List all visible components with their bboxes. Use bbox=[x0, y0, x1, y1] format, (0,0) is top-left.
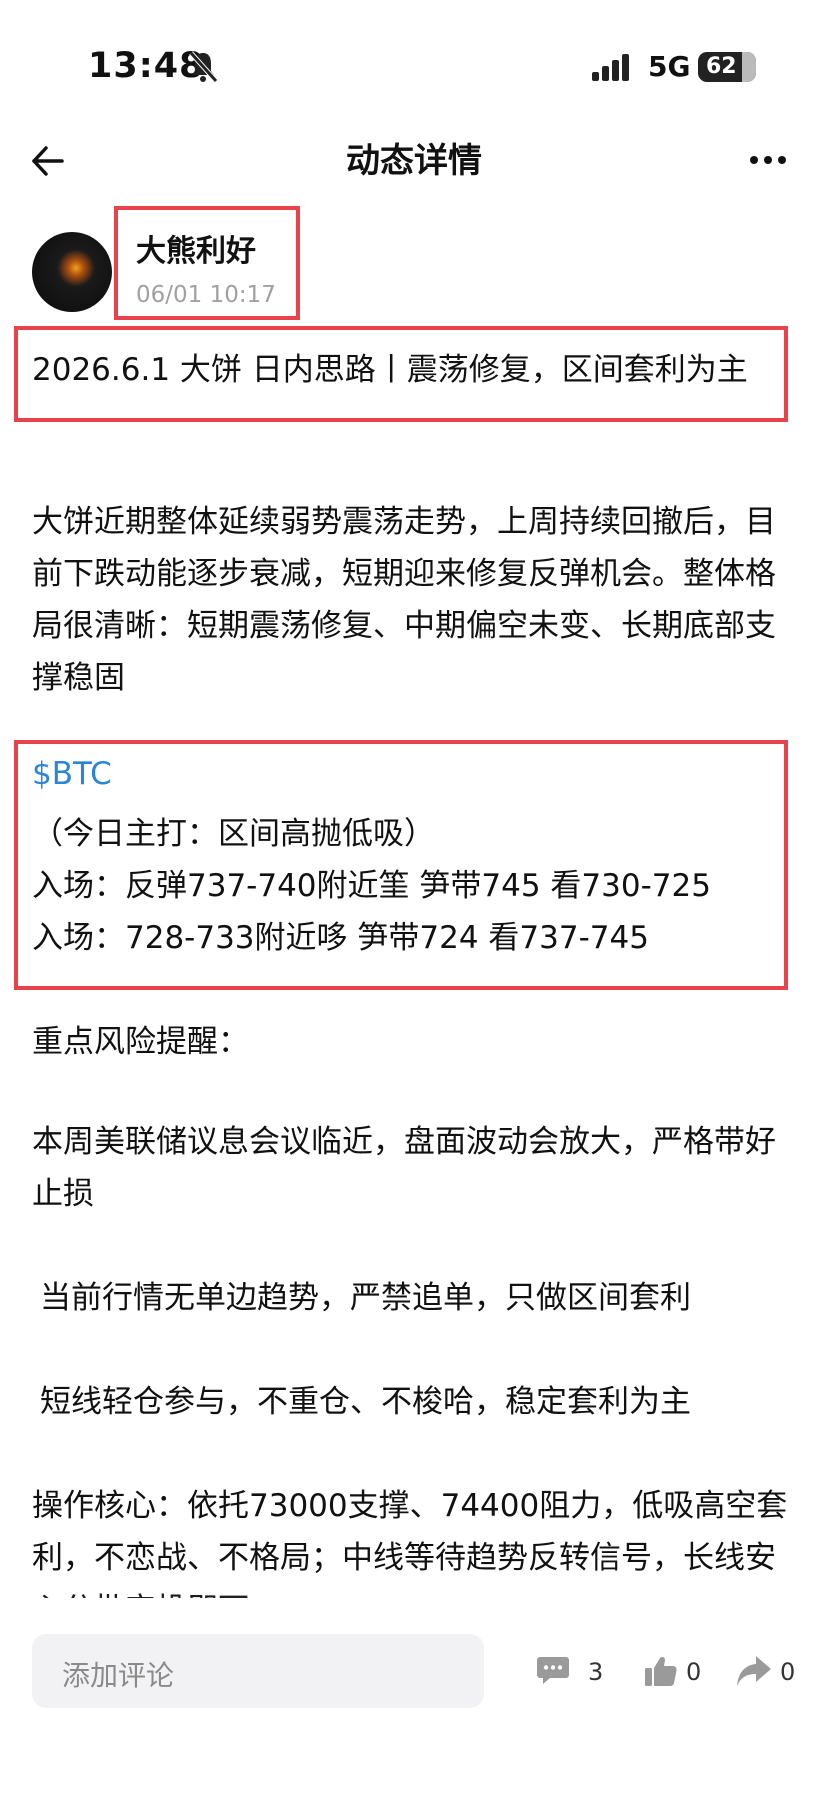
highlight-box-trade bbox=[14, 740, 788, 990]
share-arrow-icon bbox=[737, 1656, 771, 1686]
comment-input[interactable]: 添加评论 bbox=[32, 1634, 484, 1708]
status-time: 13:48 bbox=[88, 46, 205, 86]
battery-icon: 62 bbox=[698, 52, 756, 82]
highlight-box-author bbox=[114, 206, 300, 320]
post-paragraph: 短线轻仓参与，不重仓、不梭哈，稳定套利为主 bbox=[40, 1384, 691, 1420]
page-title: 动态详情 bbox=[346, 141, 482, 181]
post-paragraph: 操作核心：依托73000支撑、74400阻力，低吸高空套利，不恋战、不格局；中线… bbox=[32, 1488, 788, 1598]
mute-bell-icon bbox=[189, 51, 218, 83]
status-bar: 13:48 5G 62 bbox=[0, 0, 828, 120]
risk-title: 重点风险提醒： bbox=[32, 1024, 249, 1060]
comment-button[interactable]: 3 bbox=[536, 1654, 606, 1694]
like-count: 0 bbox=[686, 1658, 702, 1686]
comment-placeholder: 添加评论 bbox=[62, 1659, 175, 1692]
more-options-icon[interactable] bbox=[748, 150, 788, 170]
battery-level: 62 bbox=[706, 54, 737, 79]
highlight-box-headline bbox=[14, 326, 788, 422]
avatar[interactable] bbox=[32, 232, 112, 312]
signal-bars-icon bbox=[592, 54, 629, 81]
like-button[interactable]: 0 bbox=[644, 1654, 714, 1694]
post-paragraph: 本周美联储议息会议临近，盘面波动会放大，严格带好止损 bbox=[32, 1124, 776, 1212]
comment-bubble-icon bbox=[537, 1657, 569, 1684]
thumbs-up-icon bbox=[645, 1656, 677, 1686]
post-paragraph: 当前行情无单边趋势，严禁追单，只做区间套利 bbox=[40, 1280, 691, 1316]
share-button[interactable]: 0 bbox=[736, 1654, 806, 1694]
post-paragraph: 大饼近期整体延续弱势震荡走势，上周持续回撤后，目前下跌动能逐步衰减，短期迎来修复… bbox=[32, 504, 776, 696]
share-count: 0 bbox=[780, 1658, 796, 1686]
comment-count: 3 bbox=[588, 1658, 604, 1686]
network-type: 5G bbox=[648, 50, 691, 83]
